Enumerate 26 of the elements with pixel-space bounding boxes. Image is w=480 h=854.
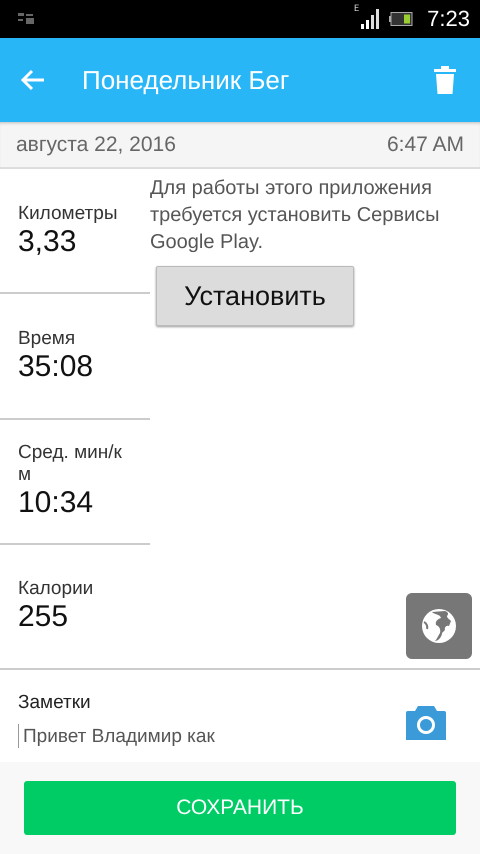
date-text: августа 22, 2016 (16, 132, 176, 156)
stat-value: 35:08 (18, 350, 94, 384)
time-text: 6:47 AM (386, 132, 464, 156)
network-type: E (354, 4, 360, 14)
stat-value: 10:34 (18, 486, 94, 520)
trash-icon (434, 66, 456, 94)
map-type-button[interactable] (406, 593, 472, 659)
notes-field[interactable]: Привет Владимир как (18, 724, 323, 748)
screen-title: Понедельник Бег (82, 64, 290, 96)
install-button[interactable]: Установить (156, 266, 354, 326)
stat-label: Сред. мин/км (18, 442, 123, 486)
notification-icon (18, 13, 34, 25)
stat-label: Калории (18, 578, 94, 600)
stat-label: Время (18, 328, 76, 350)
stat-value: 255 (18, 600, 70, 634)
message-text: Для работы этого приложения требуется установить Сервисы Google Play. (150, 176, 441, 255)
back-arrow-icon (20, 69, 46, 91)
stat-label: Километры (18, 202, 118, 225)
battery-icon (389, 12, 414, 26)
stat-value: 3,33 (18, 224, 78, 259)
notes-label: Заметки (18, 692, 92, 714)
camera-button[interactable] (406, 706, 446, 740)
signal-icon (361, 9, 382, 29)
globe-icon (420, 607, 458, 645)
camera-icon (406, 706, 446, 740)
clock: 7:23 (427, 6, 470, 32)
